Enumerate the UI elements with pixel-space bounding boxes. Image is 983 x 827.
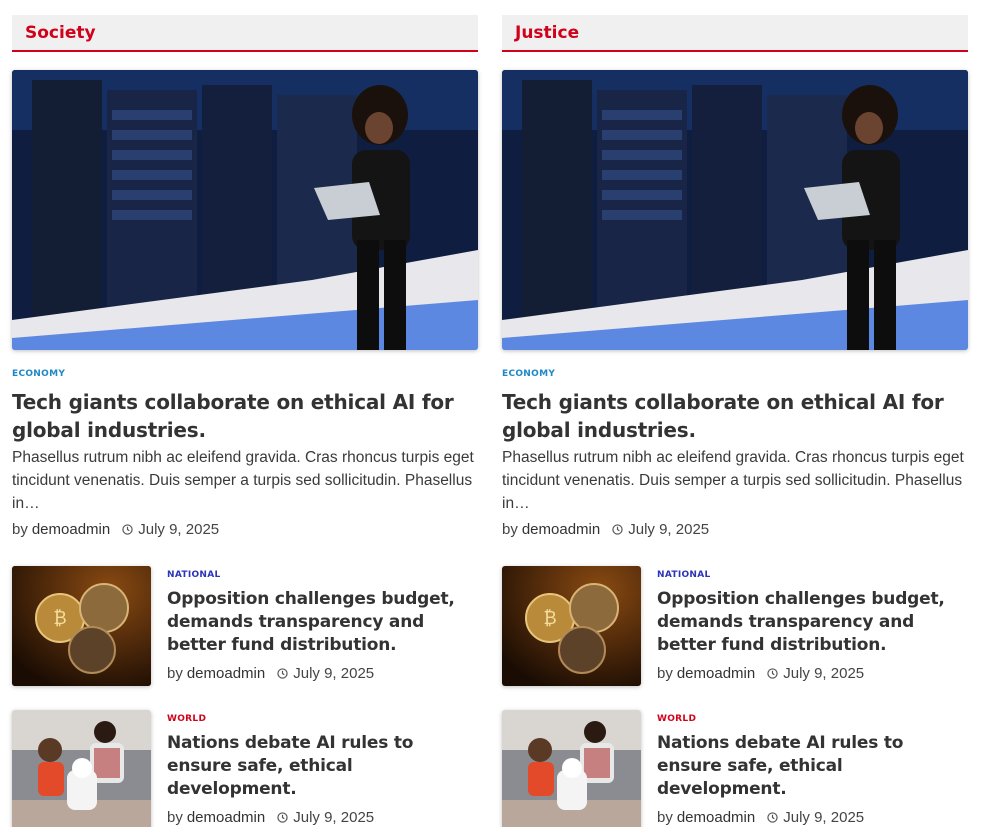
post-body: NATIONAL Opposition challenges budget, d… [657,566,972,682]
post-date[interactable]: July 9, 2025 [628,521,709,538]
post-date[interactable]: July 9, 2025 [138,521,219,538]
post-title[interactable]: Opposition challenges budget, demands tr… [167,588,482,657]
by-label: by [167,665,183,682]
news-grid: Society ECONOMY Tech giants collaborate … [0,0,983,827]
post-body: WORLD Nations debate AI rules to ensure … [167,710,482,826]
category-label[interactable]: NATIONAL [657,570,972,580]
clock-icon [612,524,623,535]
by-label: by [12,521,28,538]
author-link[interactable]: demoadmin [32,521,110,538]
post-body: NATIONAL Opposition challenges budget, d… [167,566,482,682]
post-title[interactable]: Nations debate AI rules to ensure safe, … [167,732,482,801]
section-society: Society ECONOMY Tech giants collaborate … [12,15,478,827]
author-link[interactable]: demoadmin [677,665,755,682]
post-meta: by demoadmin July 9, 2025 [12,521,478,538]
list-item: WORLD Nations debate AI rules to ensure … [502,710,968,827]
clock-icon [767,812,778,823]
post-date[interactable]: July 9, 2025 [783,665,864,682]
section-title[interactable]: Justice [515,23,579,43]
featured-title[interactable]: Tech giants collaborate on ethical AI fo… [12,388,478,444]
clock-icon [122,524,133,535]
section-justice: Justice ECONOMY Tech giants collaborate … [502,15,968,827]
post-meta: by demoadmin July 9, 2025 [167,665,482,682]
post-thumbnail[interactable]: ₿ [502,566,641,686]
post-meta: by demoadmin July 9, 2025 [167,809,482,826]
category-label[interactable]: NATIONAL [167,570,482,580]
post-date[interactable]: July 9, 2025 [293,665,374,682]
post-thumbnail[interactable]: ₿ [12,566,151,686]
category-label[interactable]: ECONOMY [12,369,478,379]
post-date[interactable]: July 9, 2025 [783,809,864,826]
featured-image[interactable] [12,70,478,350]
by-label: by [502,521,518,538]
post-thumbnail[interactable] [502,710,641,827]
by-label: by [167,809,183,826]
post-meta: by demoadmin July 9, 2025 [657,665,972,682]
author-link[interactable]: demoadmin [677,809,755,826]
featured-title[interactable]: Tech giants collaborate on ethical AI fo… [502,388,968,444]
post-title[interactable]: Nations debate AI rules to ensure safe, … [657,732,972,801]
category-label[interactable]: WORLD [657,714,972,724]
author-link[interactable]: demoadmin [187,809,265,826]
featured-image[interactable] [502,70,968,350]
author-link[interactable]: demoadmin [187,665,265,682]
post-date[interactable]: July 9, 2025 [293,809,374,826]
featured-excerpt: Phasellus rutrum nibh ac eleifend gravid… [502,449,964,512]
section-header: Society [12,15,478,52]
post-meta: by demoadmin July 9, 2025 [657,809,972,826]
category-label[interactable]: WORLD [167,714,482,724]
svg-text:₿: ₿ [543,608,556,629]
section-title[interactable]: Society [25,23,96,43]
post-meta: by demoadmin July 9, 2025 [502,521,968,538]
by-label: by [657,809,673,826]
post-title[interactable]: Opposition challenges budget, demands tr… [657,588,972,657]
list-item: WORLD Nations debate AI rules to ensure … [12,710,478,827]
post-body: WORLD Nations debate AI rules to ensure … [657,710,972,826]
clock-icon [277,668,288,679]
by-label: by [657,665,673,682]
clock-icon [277,812,288,823]
list-item: ₿ NATIONAL Opposition challenges budget,… [12,566,478,686]
section-header: Justice [502,15,968,52]
clock-icon [767,668,778,679]
featured-excerpt: Phasellus rutrum nibh ac eleifend gravid… [12,449,474,512]
category-label[interactable]: ECONOMY [502,369,968,379]
svg-text:₿: ₿ [53,608,66,629]
list-item: ₿ NATIONAL Opposition challenges budget,… [502,566,968,686]
post-thumbnail[interactable] [12,710,151,827]
author-link[interactable]: demoadmin [522,521,600,538]
